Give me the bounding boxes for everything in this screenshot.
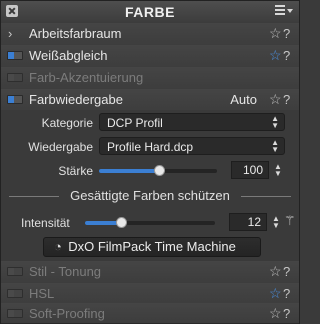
row-weissabgleich[interactable]: Weißabgleich ☆ ?	[1, 45, 299, 68]
intensitaet-label: Intensität	[21, 216, 70, 230]
staerke-stepper[interactable]: ▲ ▼	[274, 163, 282, 178]
star-icon[interactable]: ☆	[269, 263, 282, 280]
reset-icon[interactable]: ?	[283, 48, 290, 63]
star-icon[interactable]: ☆	[269, 305, 282, 322]
toggle-weissabgleich[interactable]	[7, 51, 23, 60]
magic-wand-icon[interactable]: ⚚	[284, 213, 296, 229]
row-label: Farb-Akzentuierung	[29, 70, 144, 85]
filmpack-time-machine-button[interactable]: ◔ DxO FilmPack Time Machine	[43, 237, 261, 257]
row-arbeitsfarbraum[interactable]: › Arbeitsfarbraum ☆ ?	[1, 23, 299, 46]
toggle-farb-akzentuierung[interactable]	[7, 73, 23, 82]
chevron-right-icon[interactable]: ›	[8, 26, 12, 41]
palette-titlebar: FARBE	[1, 1, 299, 24]
wiedergabe-label: Wiedergabe	[28, 140, 93, 154]
divider	[241, 196, 291, 197]
staerke-slider-knob[interactable]	[154, 165, 165, 176]
kategorie-value: DCP Profil	[107, 116, 163, 130]
timer-icon: ◔	[54, 239, 62, 254]
reset-icon[interactable]: ?	[283, 264, 290, 279]
staerke-slider-fill	[99, 169, 159, 173]
staerke-label: Stärke	[58, 164, 93, 178]
toggle-soft-proofing[interactable]	[7, 309, 23, 318]
staerke-value-field[interactable]: 100	[231, 161, 269, 179]
palette-title: FARBE	[125, 4, 175, 20]
row-label: Weißabgleich	[29, 48, 108, 63]
button-label: DxO FilmPack Time Machine	[68, 239, 236, 254]
select-arrows-icon: ▲ ▼	[271, 114, 279, 130]
intensitaet-value-field[interactable]: 12	[229, 213, 267, 231]
star-icon[interactable]: ☆	[269, 91, 282, 108]
row-soft-proofing[interactable]: Soft-Proofing ☆ ?	[1, 303, 299, 324]
menu-icon[interactable]	[275, 4, 293, 18]
auto-mode-label[interactable]: Auto	[230, 92, 257, 107]
reset-icon[interactable]: ?	[283, 306, 290, 321]
toggle-farbwiedergabe[interactable]	[7, 95, 23, 104]
farbe-palette: FARBE › Arbeitsfarbraum ☆ ? Weißabgleich…	[0, 0, 300, 324]
row-stil-tonung[interactable]: Stil - Tonung ☆ ?	[1, 261, 299, 284]
toggle-hsl[interactable]	[7, 289, 23, 298]
reset-icon[interactable]: ?	[283, 26, 290, 41]
row-farb-akzentuierung[interactable]: Farb-Akzentuierung	[1, 67, 299, 90]
toggle-stil-tonung[interactable]	[7, 267, 23, 276]
kategorie-select[interactable]: DCP Profil ▲ ▼	[99, 113, 285, 131]
kategorie-label: Kategorie	[41, 116, 93, 130]
row-label: Soft-Proofing	[29, 306, 105, 321]
farbwiedergabe-content: Kategorie DCP Profil ▲ ▼ Wiedergabe Profi…	[1, 110, 299, 262]
row-label: Farbwiedergabe	[29, 92, 123, 107]
wiedergabe-select[interactable]: Profile Hard.dcp ▲ ▼	[99, 137, 285, 155]
star-icon[interactable]: ☆	[269, 47, 282, 64]
star-icon[interactable]: ☆	[269, 285, 282, 302]
select-arrows-icon: ▲ ▼	[271, 138, 279, 154]
reset-icon[interactable]: ?	[283, 92, 290, 107]
row-label: HSL	[29, 286, 55, 301]
intensitaet-stepper[interactable]: ▲ ▼	[272, 215, 280, 230]
row-label: Stil - Tonung	[29, 264, 102, 279]
intensitaet-slider[interactable]	[85, 221, 215, 225]
row-label: Arbeitsfarbraum	[29, 26, 122, 41]
row-farbwiedergabe[interactable]: Farbwiedergabe Auto ☆ ?	[1, 89, 299, 112]
reset-icon[interactable]: ?	[283, 286, 290, 301]
wiedergabe-value: Profile Hard.dcp	[107, 140, 194, 154]
star-icon[interactable]: ☆	[269, 25, 282, 42]
intensitaet-slider-knob[interactable]	[116, 217, 127, 228]
